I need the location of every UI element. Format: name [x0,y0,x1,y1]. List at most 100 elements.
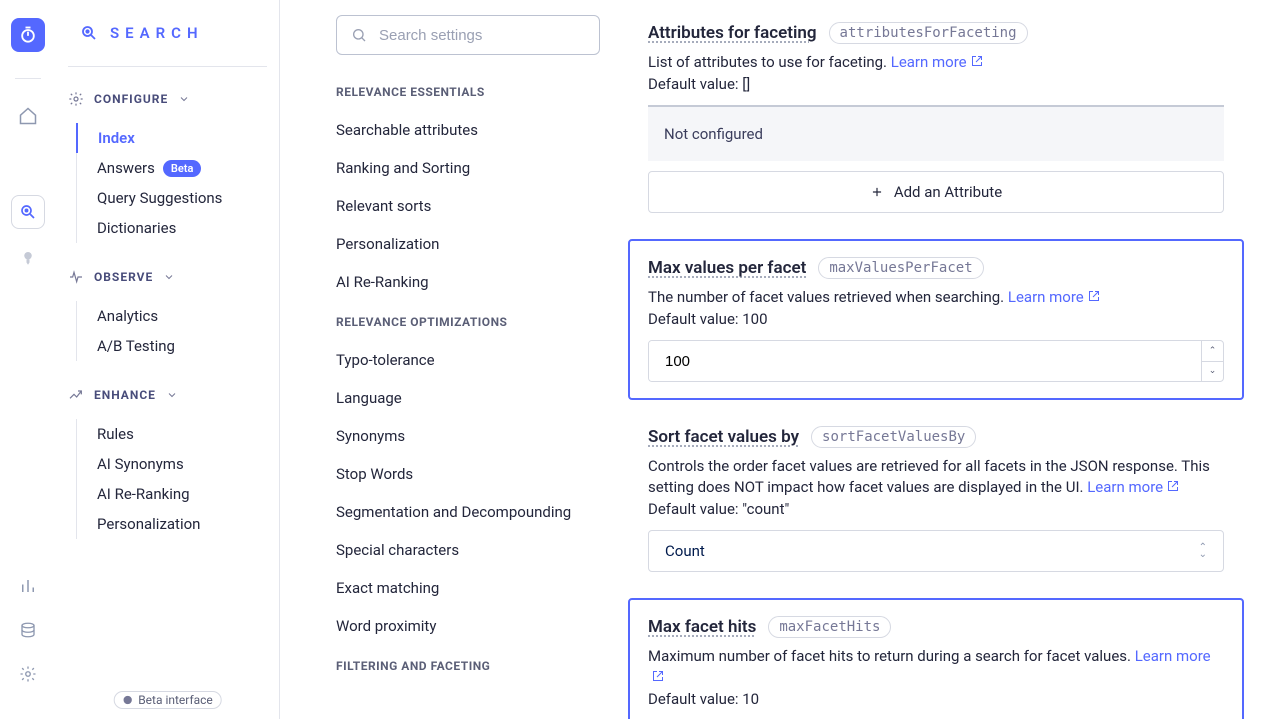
app-title: SEARCH [68,22,267,52]
learn-more-link[interactable]: Learn more [1008,288,1100,306]
home-icon[interactable] [11,99,45,133]
setting-title: Sort facet values by [648,427,799,447]
settings-link-ai-reranking[interactable]: AI Re-Ranking [336,265,602,303]
settings-link-personalization[interactable]: Personalization [336,227,602,265]
nav-item-rules[interactable]: Rules [77,419,279,449]
setting-title: Max values per facet [648,258,806,278]
setting-title: Max facet hits [648,617,756,637]
nav-item-ai-reranking[interactable]: AI Re-Ranking [77,479,279,509]
nav-section-observe[interactable]: OBSERVE [56,263,279,291]
main-content: Attributes for faceting attributesForFac… [628,0,1244,719]
step-down-icon[interactable]: ⌄ [1202,362,1223,382]
setting-desc: Controls the order facet values are retr… [648,456,1224,498]
search-settings-box[interactable] [336,15,600,55]
setting-code: maxValuesPerFacet [818,257,983,279]
pulse-icon [68,269,84,285]
settings-link-stop-words[interactable]: Stop Words [336,457,602,495]
settings-group-title: RELEVANCE OPTIMIZATIONS [336,315,602,329]
setting-max-values-per-facet: Max values per facet maxValuesPerFacet T… [628,239,1244,400]
settings-link-typo[interactable]: Typo-tolerance [336,343,602,381]
default-value: Default value: "count" [648,500,1224,518]
add-attribute-label: Add an Attribute [894,183,1002,201]
nav-item-answers[interactable]: Answers Beta [77,153,279,183]
nav-section-label: OBSERVE [94,270,153,284]
nav-item-dictionaries[interactable]: Dictionaries [77,213,279,243]
chevron-down-icon [163,271,175,283]
gear-icon [68,91,84,107]
number-stepper: ⌃ ⌄ [1201,341,1223,381]
search-icon [351,27,367,43]
settings-link-special-chars[interactable]: Special characters [336,533,602,571]
settings-link-synonyms[interactable]: Synonyms [336,419,602,457]
database-icon[interactable] [11,613,45,647]
icon-rail [0,0,56,719]
nav-section-label: ENHANCE [94,388,156,402]
settings-link-relevant-sorts[interactable]: Relevant sorts [336,189,602,227]
nav-item-analytics[interactable]: Analytics [77,301,279,331]
nav-item-label: Analytics [97,307,158,325]
select-value: Count [665,542,705,560]
settings-nav: RELEVANCE ESSENTIALS Searchable attribut… [310,0,612,719]
recommend-icon[interactable] [11,241,45,275]
analytics-icon[interactable] [11,569,45,603]
settings-group-title: FILTERING AND FACETING [336,659,602,673]
search-settings-input[interactable] [379,27,585,44]
chevron-down-icon [178,93,190,105]
search-app-icon[interactable] [11,195,45,229]
plus-icon [870,185,884,199]
nav-item-query-suggestions[interactable]: Query Suggestions [77,183,279,213]
nav-item-label: A/B Testing [97,337,175,355]
nav-section-enhance[interactable]: ENHANCE [56,381,279,409]
setting-attributes-for-faceting: Attributes for faceting attributesForFac… [648,22,1224,213]
nav-item-index[interactable]: Index [76,123,279,153]
setting-desc: The number of facet values retrieved whe… [648,287,1224,308]
beta-pill-label: Beta interface [138,693,213,707]
step-up-icon[interactable]: ⌃ [1202,341,1223,362]
nav-item-label: Index [98,129,135,147]
setting-title: Attributes for faceting [648,23,817,43]
default-value: Default value: [] [648,75,1224,93]
nav-item-personalization[interactable]: Personalization [77,509,279,539]
nav-item-ab-testing[interactable]: A/B Testing [77,331,279,361]
external-link-icon [652,670,664,682]
settings-link-exact-matching[interactable]: Exact matching [336,571,602,609]
nav-item-label: AI Synonyms [97,455,184,473]
nav-section-label: CONFIGURE [94,92,168,106]
max-values-input[interactable] [649,341,1201,381]
app-logo[interactable] [11,18,45,52]
nav-item-label: Personalization [97,515,200,533]
settings-group-title: RELEVANCE ESSENTIALS [336,85,602,99]
settings-link-word-proximity[interactable]: Word proximity [336,609,602,647]
sort-facet-select[interactable]: Count ⌃⌄ [648,530,1224,572]
setting-sort-facet-values-by: Sort facet values by sortFacetValuesBy C… [648,426,1224,572]
app-title-text: SEARCH [110,24,204,42]
setting-desc: Maximum number of facet hits to return d… [648,646,1224,688]
settings-link-ranking-sorting[interactable]: Ranking and Sorting [336,151,602,189]
setting-code: attributesForFaceting [829,22,1028,44]
nav-item-label: Rules [97,425,134,443]
default-value: Default value: 10 [648,690,1224,708]
sidebar: SEARCH CONFIGURE Index Answers Beta Quer… [56,0,280,719]
settings-link-searchable-attributes[interactable]: Searchable attributes [336,113,602,151]
learn-more-link[interactable]: Learn more [1087,478,1179,496]
nav-section-configure[interactable]: CONFIGURE [56,85,279,113]
settings-link-segmentation[interactable]: Segmentation and Decompounding [336,495,602,533]
setting-code: maxFacetHits [768,616,891,638]
add-attribute-button[interactable]: Add an Attribute [648,171,1224,213]
chevron-down-icon [166,389,178,401]
learn-more-link[interactable]: Learn more [891,53,983,71]
beta-badge: Beta [163,160,202,177]
nav-item-label: Answers [97,159,155,177]
nav-item-label: AI Re-Ranking [97,485,190,503]
beta-interface-pill[interactable]: Beta interface [113,691,222,709]
nav-item-ai-synonyms[interactable]: AI Synonyms [77,449,279,479]
setting-desc: List of attributes to use for faceting. … [648,52,1224,73]
select-caret-icon: ⌃⌄ [1199,544,1207,558]
setting-max-facet-hits: Max facet hits maxFacetHits Maximum numb… [628,598,1244,719]
external-link-icon [1088,290,1100,302]
settings-icon[interactable] [11,657,45,691]
settings-link-language[interactable]: Language [336,381,602,419]
external-link-icon [971,55,983,67]
default-value: Default value: 100 [648,310,1224,328]
search-product-icon [80,24,98,42]
